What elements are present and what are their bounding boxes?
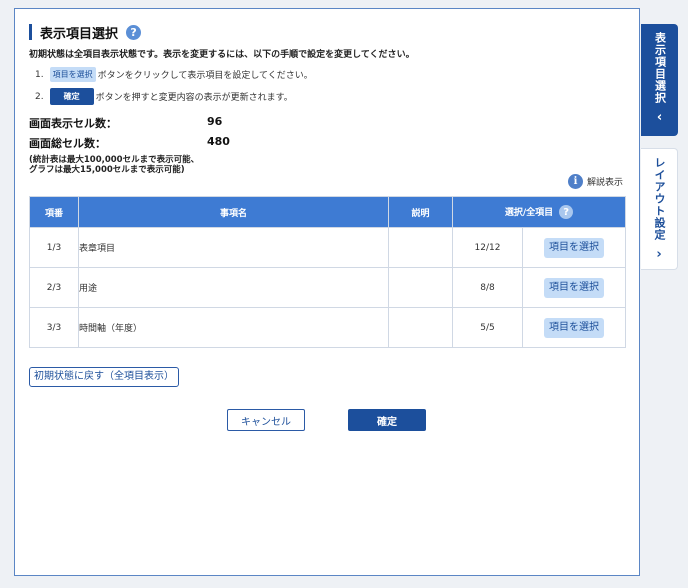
tab-display-items[interactable]: 表示項目選択 ‹	[641, 24, 678, 136]
row-name: 時間軸（年度）	[78, 307, 389, 348]
chevron-left-icon: ‹	[656, 110, 663, 125]
header-desc: 説明	[388, 196, 453, 228]
row-no: 2/3	[29, 267, 79, 308]
chevron-right-icon: ›	[656, 247, 662, 262]
intro-text: 初期状態は全項目表示状態です。表示を変更するには、以下の手順で設定を変更してくだ…	[29, 50, 415, 60]
header-no: 項番	[29, 196, 79, 228]
row-no: 3/3	[29, 307, 79, 348]
total-cell-count: 画面総セル数： 480	[29, 135, 230, 151]
row-desc	[388, 227, 453, 268]
tab-label: 表示項目選択	[653, 32, 667, 104]
row-no: 1/3	[29, 227, 79, 268]
row-name: 用途	[78, 267, 389, 308]
help-icon[interactable]: ?	[126, 24, 142, 40]
row-count: 8/8	[452, 267, 523, 308]
display-cell-count: 画面表示セル数： 96	[29, 115, 222, 131]
select-items-sample-button: 項目を選択	[49, 67, 96, 82]
settings-panel: 表示項目選択 ? 初期状態は全項目表示状態です。表示を変更するには、以下の手順で…	[14, 8, 640, 576]
select-items-button[interactable]: 項目を選択	[544, 317, 604, 338]
explanation-label: 解説表示	[586, 178, 623, 188]
cancel-button[interactable]: キャンセル	[227, 409, 305, 431]
row-desc	[388, 307, 453, 348]
select-items-button[interactable]: 項目を選択	[544, 237, 604, 258]
header-name: 事項名	[78, 196, 389, 228]
step-text: ボタンを押すと変更内容の表示が更新されます。	[95, 93, 293, 103]
table-header-row: 項番 事項名 説明 選択/全項目?	[29, 196, 627, 228]
note-line: グラフは最大15,000セルまで表示可能)	[29, 165, 185, 175]
step-2: 2. 確定 ボタンを押すと変更内容の表示が更新されます。	[35, 88, 293, 105]
row-count: 5/5	[452, 307, 523, 348]
select-items-button[interactable]: 項目を選択	[544, 277, 604, 298]
table-row: 1/3 表章項目 12/12 項目を選択	[29, 227, 627, 268]
row-action: 項目を選択	[521, 267, 627, 308]
step-number: 2.	[35, 91, 44, 102]
title-row: 表示項目選択 ?	[29, 23, 142, 42]
cell-limit-note: (統計表は最大100,000セルまで表示可能、 グラフは最大15,000セルまで…	[29, 155, 199, 175]
row-count: 12/12	[452, 227, 523, 268]
confirm-sample-button: 確定	[49, 88, 94, 105]
confirm-button[interactable]: 確定	[348, 409, 426, 431]
explanation-toggle[interactable]: i 解説表示	[567, 174, 623, 189]
display-cell-count-value: 96	[207, 115, 223, 128]
total-cell-count-label: 画面総セル数：	[29, 137, 106, 150]
row-desc	[388, 267, 453, 308]
table-row: 3/3 時間軸（年度） 5/5 項目を選択	[29, 307, 627, 348]
info-icon: i	[567, 174, 583, 189]
header-select-label: 選択/全項目	[504, 207, 554, 218]
title-accent-bar	[29, 24, 32, 40]
page-title: 表示項目選択	[40, 26, 119, 42]
display-cell-count-label: 画面表示セル数：	[29, 117, 117, 130]
reset-all-items-button[interactable]: 初期状態に戻す（全項目表示）	[29, 367, 179, 387]
tab-layout-settings[interactable]: レイアウト設定 ›	[641, 148, 678, 270]
note-line: (統計表は最大100,000セルまで表示可能、	[29, 155, 200, 165]
row-action: 項目を選択	[521, 227, 627, 268]
total-cell-count-value: 480	[207, 135, 230, 148]
table-row: 2/3 用途 8/8 項目を選択	[29, 267, 627, 308]
step-text: ボタンをクリックして表示項目を設定してください。	[97, 71, 313, 81]
items-table: 項番 事項名 説明 選択/全項目? 1/3 表章項目 12/12 項目を選択 2…	[29, 196, 627, 348]
tab-label: レイアウト設定	[653, 157, 666, 241]
step-number: 1.	[35, 69, 44, 80]
step-1: 1. 項目を選択 ボタンをクリックして表示項目を設定してください。	[35, 67, 313, 82]
header-select: 選択/全項目?	[451, 196, 627, 228]
help-icon[interactable]: ?	[559, 205, 574, 220]
row-action: 項目を選択	[521, 307, 627, 348]
row-name: 表章項目	[78, 227, 389, 268]
